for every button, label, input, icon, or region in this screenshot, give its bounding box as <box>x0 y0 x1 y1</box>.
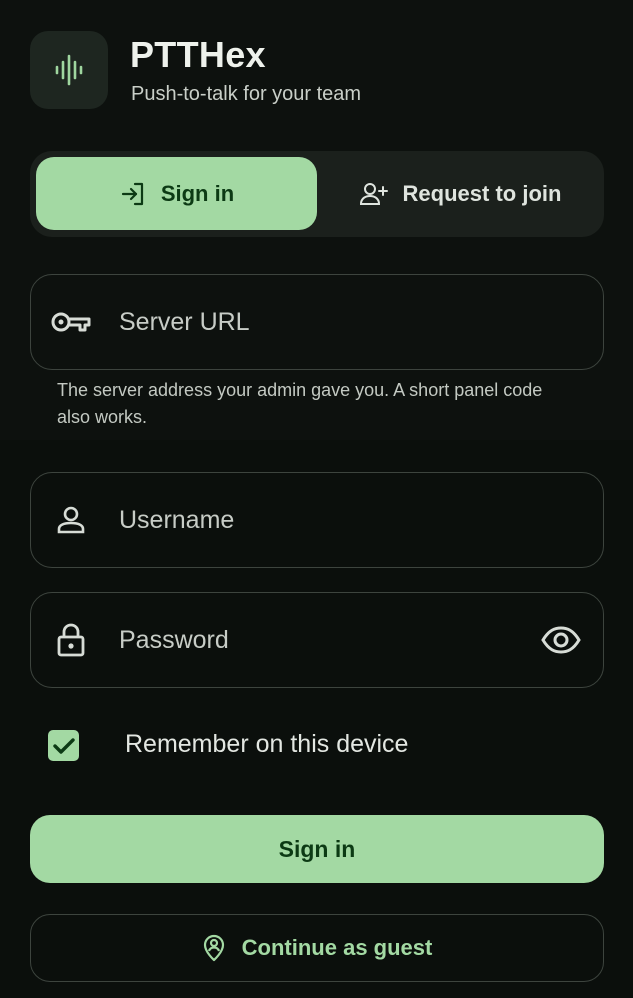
check-icon <box>52 737 75 754</box>
sign-in-screen: PTTHex Push-to-talk for your team Sign i… <box>0 0 633 998</box>
server-url-input[interactable] <box>119 275 539 369</box>
remember-label[interactable]: Remember on this device <box>125 730 408 759</box>
tab-request-to-join[interactable]: Request to join <box>320 157 600 230</box>
lock-icon <box>49 618 93 662</box>
login-icon <box>121 182 143 205</box>
auth-mode-tabs: Sign in Request to join <box>30 151 604 237</box>
tab-sign-in[interactable]: Sign in <box>36 157 317 230</box>
username-field[interactable] <box>30 472 604 568</box>
continue-as-guest-button[interactable]: Continue as guest <box>30 914 604 982</box>
app-title: PTTHex <box>130 34 266 75</box>
key-icon <box>49 300 93 344</box>
location-person-icon <box>203 934 224 962</box>
password-field[interactable] <box>30 592 604 688</box>
remember-checkbox[interactable] <box>48 730 79 761</box>
username-input[interactable] <box>119 473 539 567</box>
continue-as-guest-label: Continue as guest <box>241 935 433 960</box>
eye-icon[interactable] <box>539 618 583 662</box>
app-subtitle: Push-to-talk for your team <box>131 83 362 105</box>
app-logo <box>30 31 108 109</box>
person-icon <box>49 498 93 542</box>
tab-request-to-join-label: Request to join <box>402 180 562 206</box>
person-add-icon <box>359 182 388 205</box>
server-url-helper-text: The server address your admin gave you. … <box>57 380 543 427</box>
waveform-icon <box>55 54 83 86</box>
tab-sign-in-label: Sign in <box>160 180 235 206</box>
password-input[interactable] <box>119 593 539 687</box>
sign-in-button[interactable]: Sign in <box>30 815 604 883</box>
server-url-field[interactable] <box>30 274 604 370</box>
